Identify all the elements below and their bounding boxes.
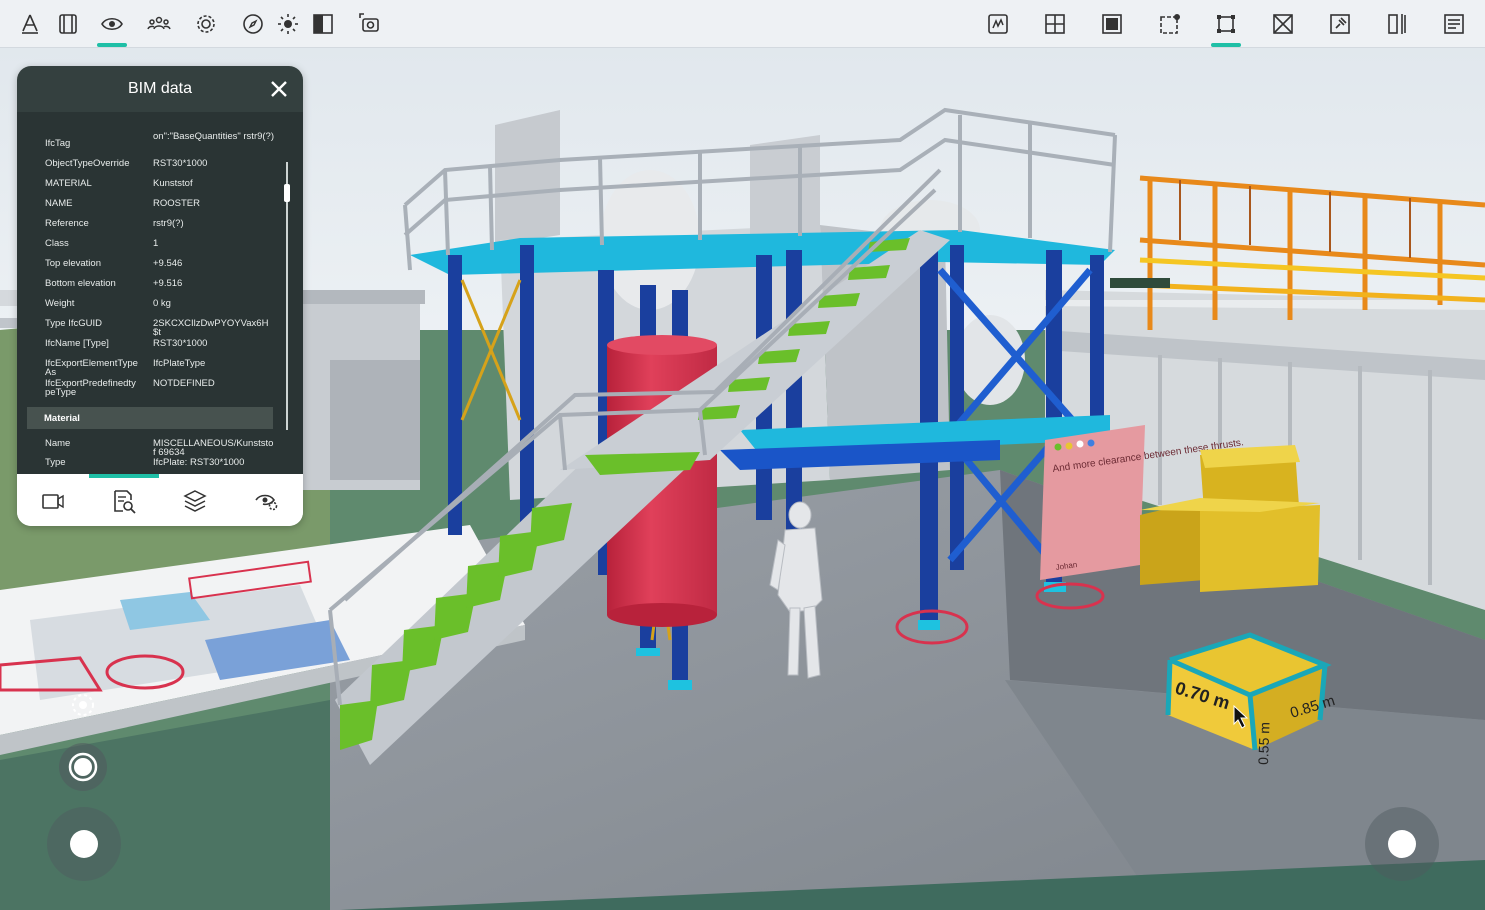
dimension-height-label: 0.55 m (1255, 722, 1272, 765)
camera-icon (42, 494, 64, 509)
align-button[interactable] (1377, 0, 1417, 47)
solid-box-button[interactable] (1092, 0, 1132, 47)
list-panel-icon (1444, 13, 1464, 34)
visibility-button[interactable] (92, 0, 132, 47)
measure-box-icon (1217, 14, 1235, 33)
bim-panel-tabs (17, 474, 303, 526)
property-key: ObjectTypeOverride (45, 158, 130, 169)
bim-panel-title: BIM data (127, 80, 193, 97)
section-box-button[interactable] (48, 0, 88, 47)
sticky-note-3d (1040, 425, 1145, 580)
property-key: IfcTag (45, 138, 71, 149)
property-key: IfcExportPredefinedty peType (45, 378, 136, 398)
property-value: 2SKCXCIlzDwPYOYVax6H$t (153, 318, 269, 338)
material-section-header[interactable]: Material (27, 407, 273, 429)
property-value: 0 kg (153, 298, 171, 309)
annotate-tool-button[interactable] (10, 0, 50, 47)
split-view-icon (313, 13, 333, 34)
active-tab-indicator (89, 474, 159, 478)
people-icon (147, 16, 171, 29)
visibility-icon (101, 17, 123, 30)
joystick-icon (47, 807, 121, 881)
tab-layers[interactable] (175, 484, 215, 518)
align-icon (1388, 13, 1406, 34)
box-cross-button[interactable] (1263, 0, 1303, 47)
property-key: Name (45, 438, 71, 449)
property-key: IfcExportElementType As (45, 358, 138, 378)
draw-area-icon (988, 13, 1008, 34)
property-value: on":"BaseQuantities" rstr9(?) (153, 131, 274, 142)
move-joystick[interactable] (46, 806, 122, 882)
tab-camera[interactable] (33, 484, 73, 518)
box-dot-button[interactable] (1150, 0, 1190, 47)
bim-data-panel: BIM data IfcTag on":"BaseQuantities" rst… (17, 66, 303, 526)
draw-area-button[interactable] (978, 0, 1018, 47)
people-button[interactable] (139, 0, 179, 47)
add-grid-icon (1045, 13, 1065, 34)
layers-icon (183, 490, 207, 512)
property-value: +9.516 (153, 278, 183, 289)
property-value: NOTDEFINED (153, 378, 215, 389)
annotate-icon (22, 14, 38, 34)
add-grid-button[interactable] (1035, 0, 1075, 47)
scrollbar-track[interactable] (286, 162, 288, 430)
property-value: 1 (153, 238, 159, 249)
property-key: Weight (45, 298, 75, 309)
search-document-icon (114, 490, 136, 514)
visibility-settings-icon (255, 494, 278, 511)
focus-camera-button[interactable] (350, 0, 390, 47)
property-value: RST30*1000 (153, 158, 208, 169)
look-joystick[interactable] (1364, 806, 1440, 882)
settings-button[interactable] (186, 0, 226, 47)
close-button[interactable] (267, 77, 291, 101)
property-key: IfcName [Type] (45, 338, 109, 349)
property-value: IfcPlateType (153, 358, 206, 369)
measure-box-button[interactable] (1206, 0, 1246, 47)
property-key: Top elevation (45, 258, 101, 269)
property-value: Kunststof (153, 178, 193, 189)
tab-search-properties[interactable] (104, 484, 144, 518)
orbit-center-button[interactable] (67, 689, 99, 721)
property-value: rstr9(?) (153, 218, 184, 229)
property-value: IfcPlate: RST30*1000 (153, 457, 245, 468)
property-key: MATERIAL (45, 178, 92, 189)
compass-button[interactable] (233, 0, 273, 47)
lighting-button[interactable] (268, 0, 308, 47)
property-key: Class (45, 238, 69, 249)
split-view-button[interactable] (303, 0, 343, 47)
box-cross-icon (1273, 13, 1293, 34)
material-section-label: Material (44, 413, 80, 424)
property-key: Bottom elevation (45, 278, 116, 289)
tab-visibility-settings[interactable] (247, 484, 287, 518)
solid-box-icon (1102, 13, 1122, 34)
property-key: NAME (45, 198, 73, 209)
lighting-icon (278, 13, 298, 34)
bim-properties-list[interactable]: IfcTag on":"BaseQuantities" rstr9(?) Obj… (17, 112, 303, 474)
close-icon (271, 81, 287, 97)
joystick-icon (1365, 807, 1439, 881)
property-key: Type IfcGUID (45, 318, 103, 329)
property-value: ROOSTER (153, 198, 200, 209)
box-dot-icon (1160, 13, 1180, 34)
settings-icon (197, 14, 215, 33)
focus-camera-icon (359, 12, 379, 32)
top-toolbar (0, 0, 1485, 48)
compass-icon (243, 13, 263, 34)
property-value: RST30*1000 (153, 338, 208, 349)
list-panel-button[interactable] (1434, 0, 1474, 47)
bim-panel-header: BIM data (17, 66, 303, 112)
section-box-icon (59, 13, 77, 34)
property-key: Type (45, 457, 66, 468)
scrollbar-thumb[interactable] (284, 184, 290, 202)
target-icon (72, 694, 94, 716)
record-icon (59, 743, 107, 791)
pin-box-icon (1330, 13, 1350, 34)
record-button[interactable] (58, 742, 108, 792)
property-value: +9.546 (153, 258, 183, 269)
property-value: MISCELLANEOUS/Kunststof 69634 (153, 438, 274, 458)
property-key: Reference (45, 218, 89, 229)
pin-box-button[interactable] (1320, 0, 1360, 47)
